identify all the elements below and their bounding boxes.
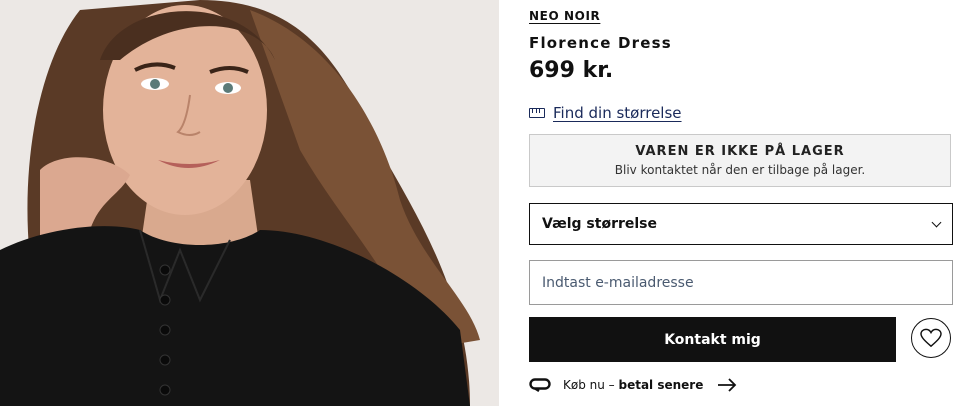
- out-of-stock-heading: VAREN ER IKKE PÅ LAGER: [635, 144, 845, 159]
- heart-icon: [920, 328, 942, 348]
- product-price: 699 kr.: [529, 58, 614, 83]
- pay-later-text: Køb nu – betal senere: [563, 378, 704, 392]
- chevron-down-icon: [931, 217, 942, 227]
- brand-link[interactable]: NEO NOIR: [529, 9, 600, 23]
- pay-later-link[interactable]: Køb nu – betal senere: [529, 378, 737, 392]
- email-field[interactable]: [529, 260, 953, 305]
- product-image[interactable]: [0, 0, 499, 406]
- ruler-icon: [529, 108, 545, 118]
- out-of-stock-notice: VAREN ER IKKE PÅ LAGER Bliv kontaktet nå…: [529, 134, 951, 187]
- product-title: Florence Dress: [529, 34, 672, 52]
- size-select[interactable]: Vælg størrelse: [529, 203, 953, 245]
- klarna-icon: [529, 378, 551, 392]
- out-of-stock-message: Bliv kontaktet når den er tilbage på lag…: [614, 163, 866, 177]
- size-guide-label: Find din størrelse: [553, 104, 682, 122]
- product-info-panel: NEO NOIR Florence Dress 699 kr. Find din…: [529, 0, 953, 406]
- contact-me-button[interactable]: Kontakt mig: [529, 317, 896, 362]
- arrow-right-icon: [718, 378, 737, 392]
- size-guide-link[interactable]: Find din størrelse: [529, 104, 682, 122]
- product-photo-illustration: [0, 0, 499, 406]
- size-select-value: Vælg størrelse: [542, 216, 658, 232]
- wishlist-button[interactable]: [911, 318, 951, 358]
